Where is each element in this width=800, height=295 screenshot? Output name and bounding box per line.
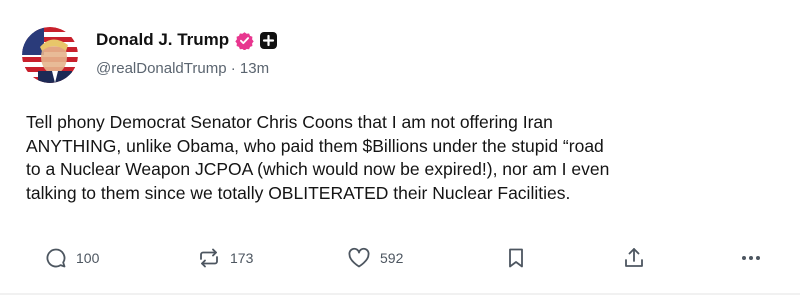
post-card: Donald J. Trump @realDonaldTrump · 13m T… <box>0 0 800 295</box>
repost-button[interactable]: 173 <box>196 240 253 276</box>
share-button[interactable] <box>622 240 646 276</box>
author-handle[interactable]: @realDonaldTrump <box>96 60 227 77</box>
post-text: Tell phony Democrat Senator Chris Coons … <box>26 111 786 205</box>
avatar-image <box>22 27 78 83</box>
repost-icon <box>200 248 218 268</box>
verified-check-icon <box>235 31 254 51</box>
like-button[interactable]: 592 <box>346 240 403 276</box>
reply-icon <box>46 248 66 268</box>
action-bar: 100 173 592 <box>0 240 800 276</box>
bookmark-icon <box>509 248 523 268</box>
more-button[interactable] <box>738 240 764 276</box>
post-timestamp[interactable]: 13m <box>240 60 269 77</box>
post-text-line: to a Nuclear Weapon JCPOA (which would n… <box>26 159 610 179</box>
repost-count: 173 <box>230 250 254 266</box>
post-text-line: Tell phony Democrat Senator Chris Coons … <box>26 112 553 132</box>
meta-separator: · <box>230 60 236 77</box>
like-count: 592 <box>380 250 404 266</box>
plus-icon[interactable] <box>260 31 278 49</box>
reply-button[interactable]: 100 <box>44 240 99 276</box>
author-name-row: Donald J. Trump <box>96 27 278 53</box>
author-handle-row: @realDonaldTrump · 13m <box>96 60 269 77</box>
reply-count: 100 <box>76 250 100 266</box>
heart-icon <box>348 247 370 268</box>
avatar[interactable] <box>22 27 78 83</box>
share-icon <box>625 248 643 267</box>
author-display-name[interactable]: Donald J. Trump <box>96 30 229 50</box>
post-text-line: ANYTHING, unlike Obama, who paid them $B… <box>26 135 604 156</box>
post-text-line: talking to them since we totally OBLITER… <box>26 182 571 203</box>
more-icon <box>742 256 760 260</box>
bookmark-button[interactable] <box>505 240 527 276</box>
